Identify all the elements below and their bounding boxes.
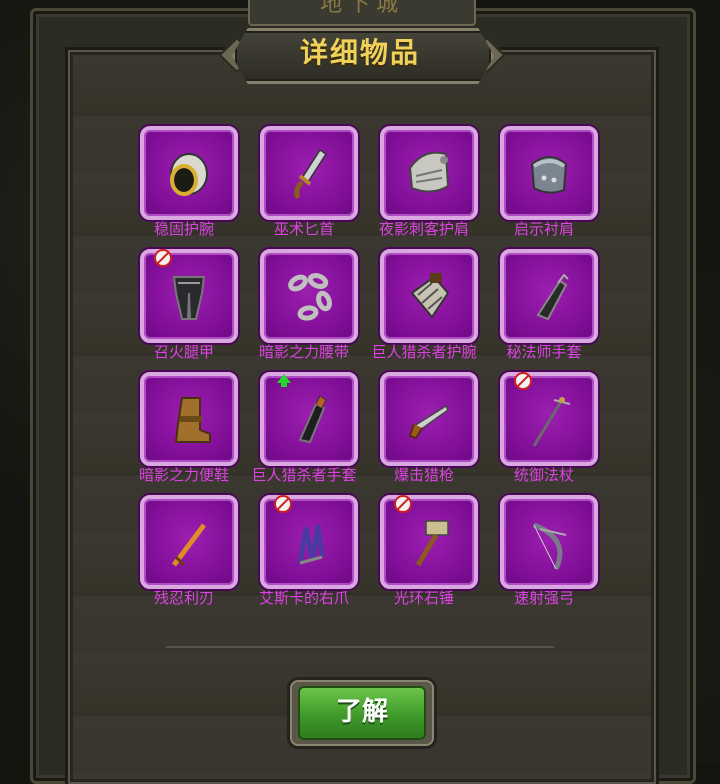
forbidden-icon [394,495,412,513]
pauldron-icon [530,156,568,194]
ok-button[interactable]: 了解 [298,686,426,740]
item-label: 爆击猎枪 [393,466,454,484]
item-slot[interactable]: 爆击猎枪 [364,372,484,492]
item-slot[interactable]: 暗影之力腰带 [244,249,364,369]
gauntlet-bracer-icon [410,273,450,319]
item-label: 残忍利刃 [153,589,214,607]
item-slot[interactable]: 速射强弓 [484,495,604,615]
shoulder-armor-icon [408,151,450,193]
item-label: 艾斯卡的右爪 [258,589,349,607]
bracer-icon [170,153,208,196]
claw-icon [297,524,325,565]
item-slot[interactable]: 秘法师手套 [484,249,604,369]
item-label: 启示衬肩 [513,220,574,238]
item-label: 夜影刺客护肩 [378,220,469,238]
item-slot[interactable]: 稳固护腕 [124,126,244,246]
item-tile[interactable] [380,495,478,589]
item-tile[interactable] [260,495,358,589]
item-label: 巨人猎杀者手套 [251,466,357,484]
item-tile[interactable] [500,372,598,466]
item-label: 巫术匕首 [273,220,334,238]
hammer-icon [415,520,449,567]
leg-armor-icon [172,276,206,320]
item-tile[interactable] [380,126,478,220]
item-label: 稳固护腕 [153,220,214,238]
item-slot[interactable]: 统御法杖 [484,372,604,492]
item-tile[interactable] [380,372,478,466]
gun-icon [409,404,449,439]
dark-glove-icon [298,395,327,444]
item-tile[interactable] [140,372,238,466]
item-label: 召火腿甲 [153,343,214,361]
item-label: 速射强弓 [513,589,574,607]
boot-icon [174,397,211,443]
sword-icon [172,523,206,567]
item-label: 光环石锤 [393,589,454,607]
item-slot[interactable]: 巨人猎杀者护腕 [364,249,484,369]
chain-belt-icon [288,273,332,321]
forbidden-icon [514,372,532,390]
page-title: 详细物品 [299,36,420,69]
item-tile[interactable] [500,495,598,589]
item-tile[interactable] [260,372,358,466]
item-tile[interactable] [500,126,598,220]
glove-icon [536,273,569,321]
item-slot[interactable]: 残忍利刃 [124,495,244,615]
dungeon-tab: 地下城 [248,0,476,26]
item-label: 暗影之力腰带 [258,343,349,361]
dagger-icon [294,148,328,200]
item-slot[interactable]: 召火腿甲 [124,249,244,369]
item-label: 统御法杖 [513,466,574,484]
item-tile[interactable] [140,126,238,220]
item-slot[interactable]: 巫术匕首 [244,126,364,246]
item-label: 秘法师手套 [506,343,582,361]
item-tile[interactable] [140,495,238,589]
item-label: 巨人猎杀者护腕 [371,343,477,361]
item-slot[interactable]: 夜影刺客护肩 [364,126,484,246]
item-slot[interactable]: 光环石锤 [364,495,484,615]
item-slot[interactable]: 巨人猎杀者手套 [244,372,364,492]
item-tile[interactable] [260,126,358,220]
upgrade-arrow-icon [277,374,291,387]
forbidden-icon [274,495,292,513]
item-label: 暗影之力便鞋 [138,466,229,484]
divider [166,646,554,648]
staff-icon [532,397,571,447]
item-slot[interactable]: 艾斯卡的右爪 [244,495,364,615]
item-tile[interactable] [140,249,238,343]
bow-icon [533,522,567,571]
item-slot[interactable]: 暗影之力便鞋 [124,372,244,492]
item-tile[interactable] [380,249,478,343]
item-slot[interactable]: 启示衬肩 [484,126,604,246]
item-tile[interactable] [500,249,598,343]
item-tile[interactable] [260,249,358,343]
forbidden-icon [154,249,172,267]
